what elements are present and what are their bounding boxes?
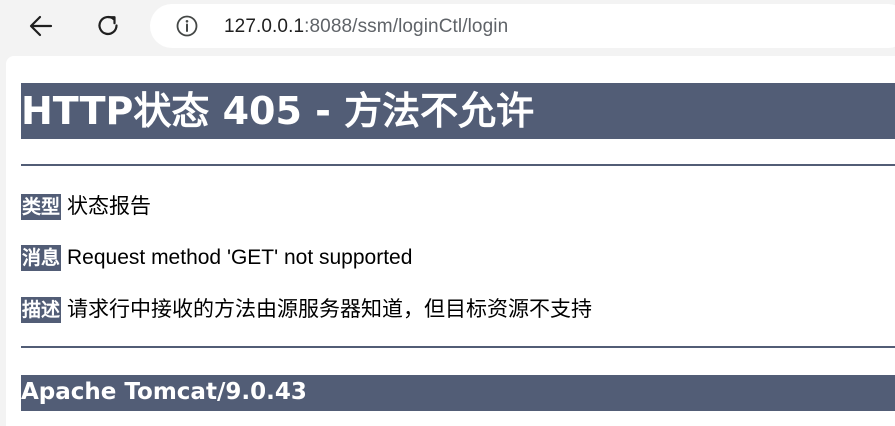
message-label: 消息 (21, 245, 62, 271)
browser-toolbar: 127.0.0.1:8088/ssm/loginCtl/login (0, 0, 895, 52)
description-value: 请求行中接收的方法由源服务器知道，但目标资源不支持 (67, 298, 593, 321)
url-path: :8088/ssm/loginCtl/login (304, 16, 509, 37)
type-value: 状态报告 (67, 195, 152, 218)
page-title: HTTP状态 405 - 方法不允许 (21, 83, 895, 139)
arrow-left-icon (29, 15, 53, 37)
message-row: 消息 Request method 'GET' not supported (21, 245, 412, 271)
description-label: 描述 (21, 297, 62, 323)
type-row: 类型 状态报告 (21, 194, 151, 220)
info-icon[interactable] (176, 15, 198, 37)
type-label: 类型 (21, 194, 62, 220)
divider (21, 164, 895, 166)
reload-button[interactable] (90, 8, 126, 44)
divider (21, 346, 895, 348)
reload-icon (98, 15, 118, 35)
url-text[interactable]: 127.0.0.1:8088/ssm/loginCtl/login (224, 16, 508, 38)
url-host: 127.0.0.1 (224, 16, 305, 37)
address-bar[interactable]: 127.0.0.1:8088/ssm/loginCtl/login (150, 4, 895, 48)
back-button[interactable] (23, 8, 59, 44)
description-row: 描述 请求行中接收的方法由源服务器知道，但目标资源不支持 (21, 297, 592, 323)
message-value: Request method 'GET' not supported (67, 246, 413, 269)
page-viewport: HTTP状态 405 - 方法不允许 类型 状态报告 消息 Request meth… (6, 56, 895, 426)
server-footer: Apache Tomcat/9.0.43 (21, 375, 895, 411)
